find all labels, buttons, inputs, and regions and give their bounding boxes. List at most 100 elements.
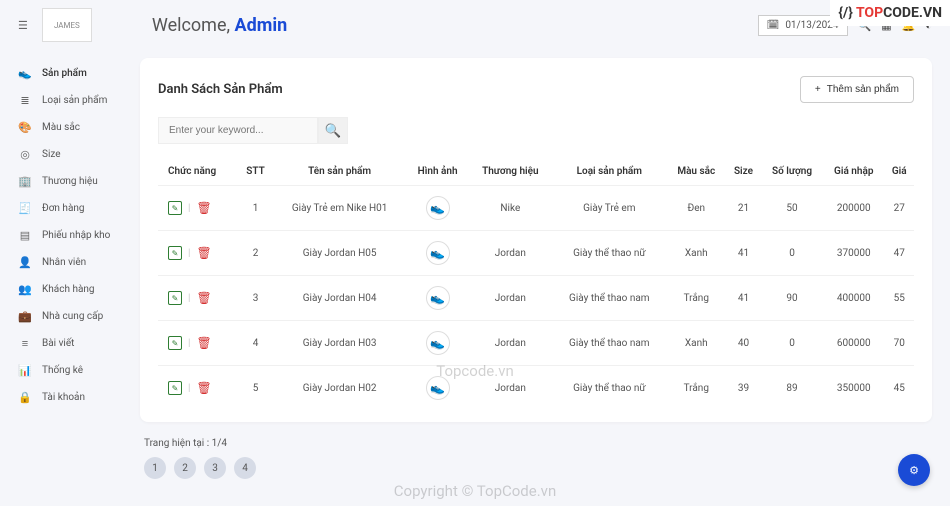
cell-qty: 0 — [761, 321, 823, 366]
cell-price: 27 — [884, 186, 914, 231]
edit-button[interactable]: ✎ — [168, 201, 182, 215]
cell-price-in: 400000 — [823, 276, 884, 321]
sidebar-item[interactable]: 💼Nhà cung cấp — [0, 303, 140, 330]
table-row: ✎ | 🗑 1 Giày Trẻ em Nike H01 👟 Nike Giày… — [158, 186, 914, 231]
page-button[interactable]: 4 — [234, 457, 256, 479]
sidebar-item[interactable]: 🏢 Thương hiệu — [0, 168, 140, 195]
nav-label: Bài viết — [42, 338, 74, 349]
add-product-button[interactable]: + Thêm sản phẩm — [800, 76, 914, 103]
delete-button[interactable]: 🗑 — [196, 291, 211, 305]
edit-button[interactable]: ✎ — [168, 246, 182, 260]
nav-icon: 💼 — [18, 310, 32, 323]
product-thumbnail: 👟 — [426, 241, 450, 265]
nav-label: Sản phẩm — [42, 68, 87, 79]
table-row: ✎ | 🗑 5 Giày Jordan H02 👟 Jordan Giày th… — [158, 366, 914, 411]
logo: JAMES — [42, 8, 92, 42]
sidebar-item[interactable]: 👤 Nhân viên — [0, 249, 140, 276]
cell-price: 70 — [884, 321, 914, 366]
sidebar-item[interactable]: ≡ Bài viết — [0, 330, 140, 357]
nav-icon: ◎ — [18, 148, 32, 161]
nav-icon: ≡ — [18, 337, 32, 350]
column-header: Loại sản phẩm — [552, 158, 667, 186]
cell-price: 45 — [884, 366, 914, 411]
sidebar-item[interactable]: 📊Thống kê — [0, 357, 140, 384]
nav-icon: 🧾 — [18, 202, 32, 215]
delete-button[interactable]: 🗑 — [196, 381, 211, 395]
cell-color: Đen — [667, 186, 726, 231]
cell-type: Giày thể thao nam — [552, 321, 667, 366]
sidebar-item[interactable]: ▤Phiếu nhập kho — [0, 222, 140, 249]
delete-button[interactable]: 🗑 — [196, 201, 211, 215]
column-header: Chức năng — [158, 158, 238, 186]
column-header: Thương hiệu — [469, 158, 552, 186]
nav-icon: 👤 — [18, 256, 32, 269]
cell-stt: 4 — [238, 321, 272, 366]
column-header: Giá — [884, 158, 914, 186]
cell-qty: 50 — [761, 186, 823, 231]
cell-brand: Jordan — [469, 321, 552, 366]
sidebar-item[interactable]: 👥Khách hàng — [0, 276, 140, 303]
cell-price: 55 — [884, 276, 914, 321]
delete-button[interactable]: 🗑 — [196, 336, 211, 350]
column-header: Màu sắc — [667, 158, 726, 186]
cell-stt: 3 — [238, 276, 272, 321]
calendar-icon: 🗓 — [767, 20, 780, 31]
nav-icon: 📊 — [18, 364, 32, 377]
cell-size: 21 — [726, 186, 761, 231]
delete-button[interactable]: 🗑 — [196, 246, 211, 260]
nav-icon: 🏢 — [18, 175, 32, 188]
sidebar-item[interactable]: 🧾Đơn hàng — [0, 195, 140, 222]
edit-button[interactable]: ✎ — [168, 336, 182, 350]
cell-size: 41 — [726, 276, 761, 321]
sidebar-item[interactable]: ◎ Size — [0, 141, 140, 168]
cell-color: Trắng — [667, 276, 726, 321]
cell-price: 47 — [884, 231, 914, 276]
column-header: Số lượng — [761, 158, 823, 186]
sidebar-item[interactable]: ≣Loại sản phẩm — [0, 87, 140, 114]
nav-label: Size — [42, 149, 61, 160]
search-button[interactable]: 🔍 — [318, 117, 348, 144]
edit-button[interactable]: ✎ — [168, 381, 182, 395]
page-button[interactable]: 1 — [144, 457, 166, 479]
hamburger-icon[interactable]: ☰ — [18, 19, 28, 32]
nav-label: Thương hiệu — [42, 176, 98, 187]
cell-brand: Jordan — [469, 276, 552, 321]
cell-size: 40 — [726, 321, 761, 366]
table-row: ✎ | 🗑 4 Giày Jordan H03 👟 Jordan Giày th… — [158, 321, 914, 366]
column-header: Giá nhập — [823, 158, 884, 186]
settings-fab[interactable]: ⚙ — [898, 454, 930, 486]
cell-color: Trắng — [667, 366, 726, 411]
page-button[interactable]: 3 — [204, 457, 226, 479]
cell-color: Xanh — [667, 231, 726, 276]
cell-size: 39 — [726, 366, 761, 411]
cell-name: Giày Jordan H04 — [273, 276, 407, 321]
cell-name: Giày Trẻ em Nike H01 — [273, 186, 407, 231]
nav-label: Màu sắc — [42, 122, 80, 133]
plus-icon: + — [815, 84, 821, 95]
nav-icon: 🎨 — [18, 121, 32, 134]
cell-qty: 90 — [761, 276, 823, 321]
cell-type: Giày thể thao nữ — [552, 231, 667, 276]
cell-stt: 1 — [238, 186, 272, 231]
sidebar-item[interactable]: 🎨 Màu sắc — [0, 114, 140, 141]
cell-name: Giày Jordan H03 — [273, 321, 407, 366]
edit-button[interactable]: ✎ — [168, 291, 182, 305]
page-button[interactable]: 2 — [174, 457, 196, 479]
search-icon: 🔍 — [325, 123, 342, 139]
cell-brand: Jordan — [469, 231, 552, 276]
column-header: Size — [726, 158, 761, 186]
topcode-logo: {/} TOPCODE.VN — [830, 0, 950, 26]
sidebar-item[interactable]: 👟Sản phẩm — [0, 60, 140, 87]
nav-label: Nhân viên — [42, 257, 86, 268]
sidebar-item[interactable]: 🔒Tài khoản — [0, 384, 140, 411]
cell-price-in: 370000 — [823, 231, 884, 276]
cell-brand: Nike — [469, 186, 552, 231]
cell-name: Giày Jordan H02 — [273, 366, 407, 411]
cell-stt: 5 — [238, 366, 272, 411]
cell-type: Giày thể thao nữ — [552, 366, 667, 411]
table-row: ✎ | 🗑 2 Giày Jordan H05 👟 Jordan Giày th… — [158, 231, 914, 276]
column-header: Tên sản phẩm — [273, 158, 407, 186]
cell-name: Giày Jordan H05 — [273, 231, 407, 276]
search-input[interactable] — [158, 117, 318, 144]
card-title: Danh Sách Sản Phẩm — [158, 82, 283, 97]
